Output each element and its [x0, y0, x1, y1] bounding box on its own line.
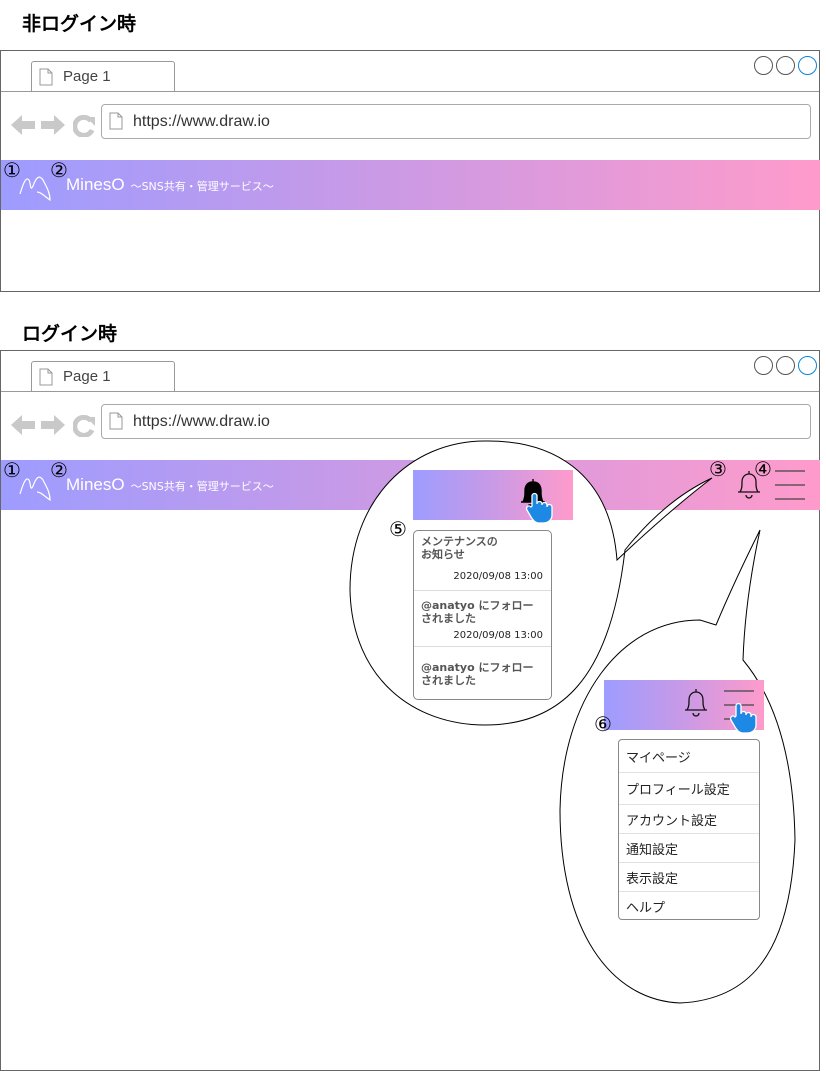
marker-2: ②	[50, 458, 68, 482]
menu-item-help[interactable]: ヘルプ	[619, 892, 759, 919]
notification-time: 2020/09/08 13:00	[453, 630, 543, 641]
notification-list: メンテナンスの お知らせ 2020/09/08 13:00 @anatyo にフ…	[413, 530, 552, 700]
marker-1: ①	[3, 458, 21, 482]
menu-item-notification-settings[interactable]: 通知設定	[619, 834, 759, 863]
pointer-hand-icon	[526, 492, 553, 524]
menu-item-account-settings[interactable]: アカウント設定	[619, 805, 759, 834]
menu-item-mypage[interactable]: マイページ	[619, 740, 759, 773]
notification-item[interactable]: @anatyo にフォロー されました 2020/09/08 13:00	[414, 591, 551, 647]
notification-text: @anatyo にフォロー されました	[421, 661, 534, 687]
notification-item[interactable]: メンテナンスの お知らせ 2020/09/08 13:00	[414, 531, 551, 591]
bell-icon[interactable]	[682, 688, 710, 718]
notification-text: メンテナンスの お知らせ	[421, 535, 498, 561]
menu-popup-header	[604, 680, 764, 734]
marker-4: ④	[754, 457, 772, 481]
marker-3: ③	[709, 457, 727, 481]
pointer-hand-icon	[730, 702, 757, 734]
menu-item-display-settings[interactable]: 表示設定	[619, 863, 759, 892]
user-menu: マイページ プロフィール設定 アカウント設定 通知設定 表示設定 ヘルプ	[618, 739, 760, 920]
marker-5: ⑤	[389, 517, 407, 541]
marker-6: ⑥	[594, 712, 612, 736]
notification-time: 2020/09/08 13:00	[453, 571, 543, 582]
notification-item[interactable]: @anatyo にフォロー されました	[414, 647, 551, 699]
marker-1: ①	[3, 158, 21, 182]
notification-popup-header	[413, 470, 573, 524]
menu-item-profile-settings[interactable]: プロフィール設定	[619, 773, 759, 805]
marker-2: ②	[50, 158, 68, 182]
notification-text: @anatyo にフォロー されました	[421, 599, 534, 625]
